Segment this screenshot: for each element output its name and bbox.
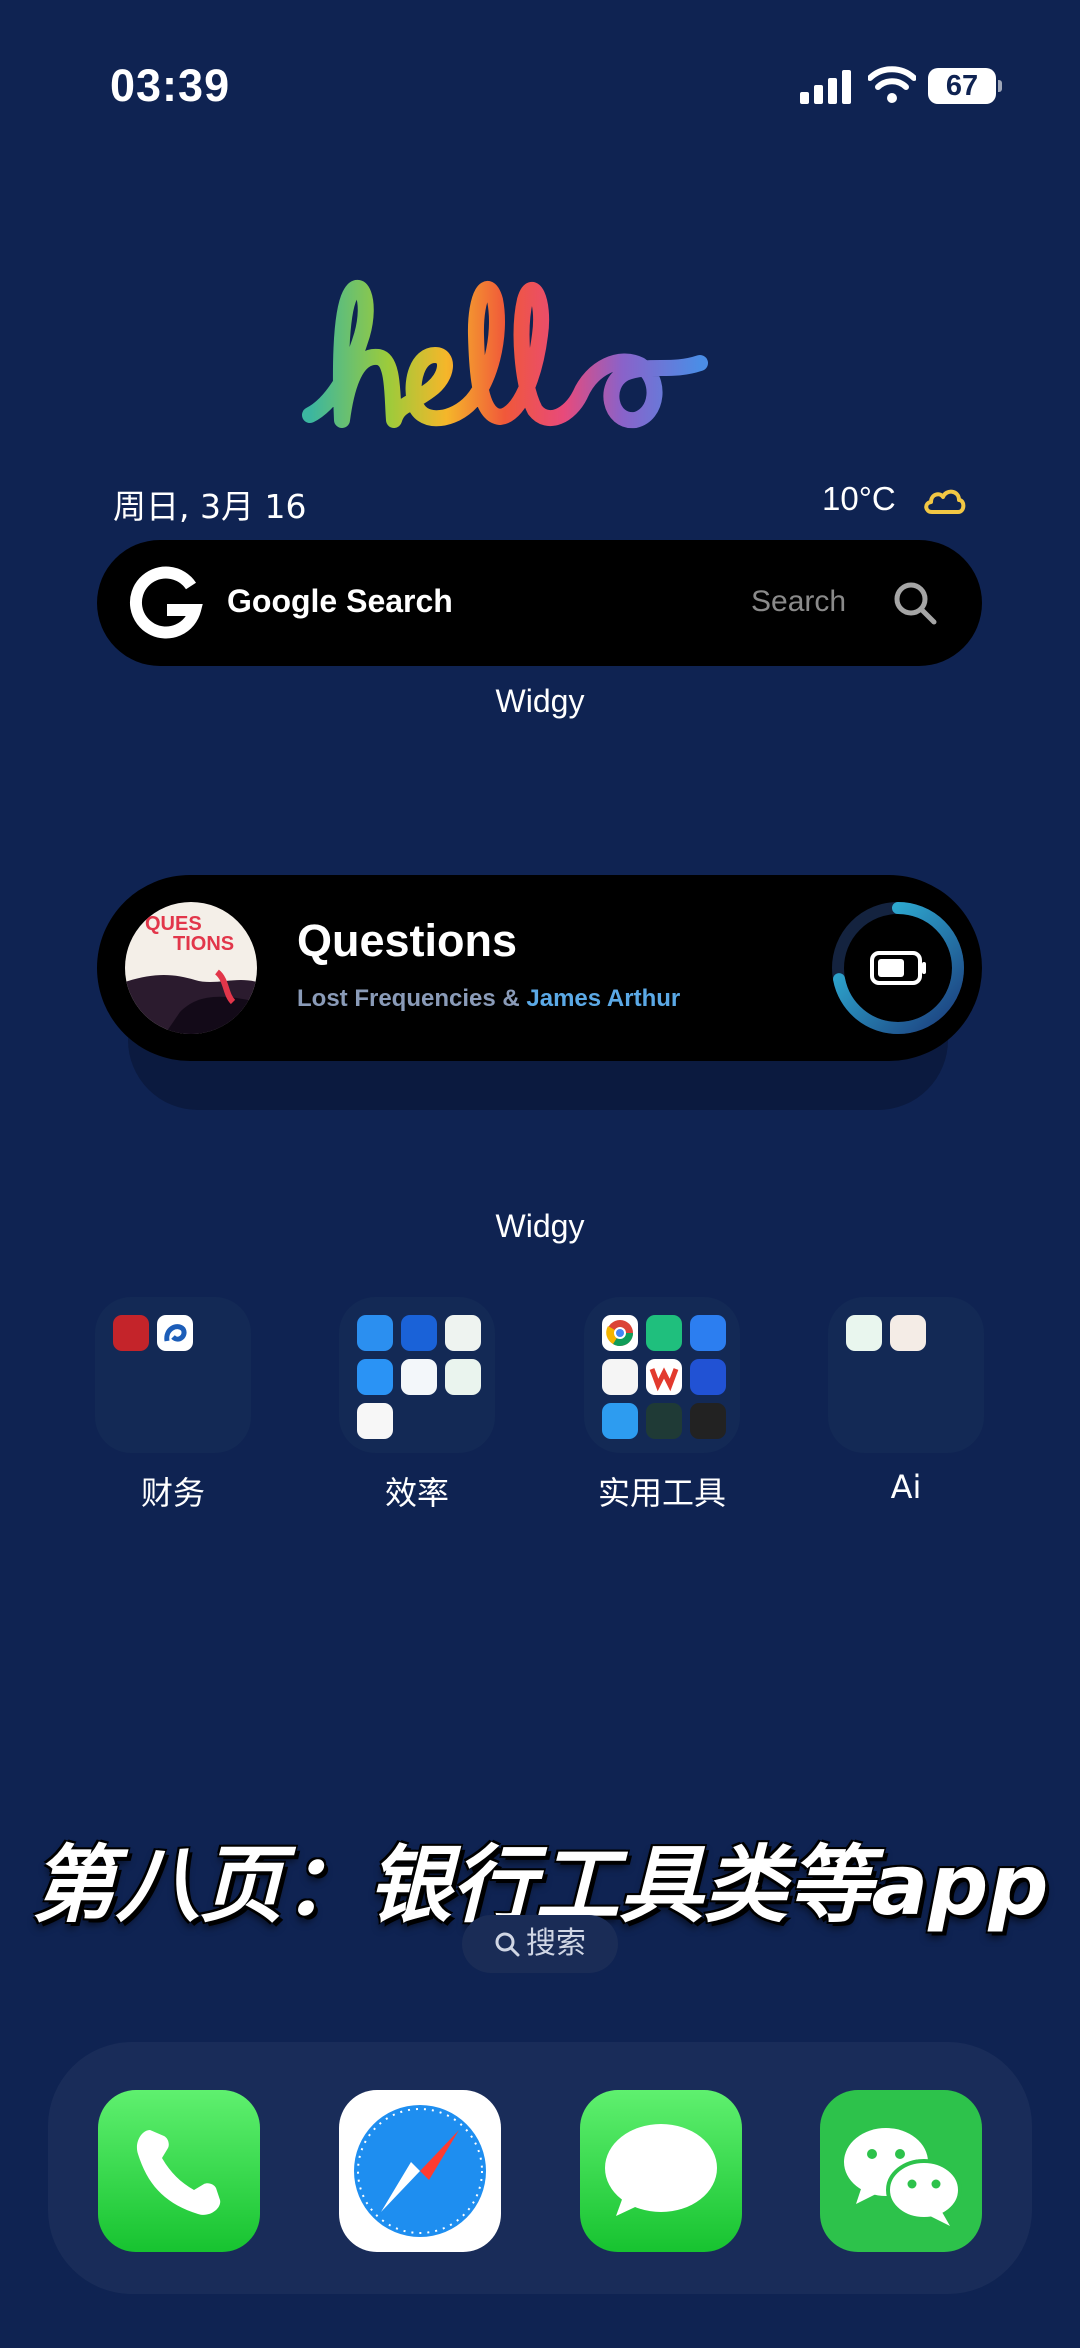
date-label: 周日, 3月 16 <box>113 487 307 526</box>
search-icon <box>495 1932 520 1957</box>
wps-icon <box>646 1359 682 1395</box>
widget-label-widgy: Widgy <box>495 683 585 719</box>
app-icon <box>690 1359 726 1395</box>
bank-app-icon <box>113 1315 149 1351</box>
song-title: Questions <box>297 915 518 966</box>
folder-label-finance: 财务 <box>140 1474 205 1512</box>
folder-label-productivity: 效率 <box>384 1474 449 1512</box>
battery-indicator: 67 <box>928 68 996 104</box>
signal-icon <box>800 70 852 104</box>
ai-avatar-icon <box>890 1315 926 1351</box>
app-icon <box>602 1359 638 1395</box>
status-time: 03:39 <box>110 60 231 111</box>
album-text-2: TIONS <box>173 933 234 955</box>
bank-app-icon <box>157 1315 193 1351</box>
app-icon <box>445 1315 481 1351</box>
safari-icon[interactable] <box>339 2090 501 2252</box>
song-artist: Lost Frequencies & James Arthur <box>297 985 680 1013</box>
search-icon[interactable] <box>892 580 938 626</box>
app-icon <box>401 1359 437 1395</box>
app-icon <box>690 1315 726 1351</box>
app-icon <box>401 1315 437 1351</box>
google-search-title: Google Search <box>227 583 453 619</box>
google-search-placeholder[interactable]: Search <box>751 585 846 619</box>
battery-nub <box>998 80 1002 92</box>
folder-productivity[interactable] <box>339 1297 495 1453</box>
phone-icon[interactable] <box>98 2090 260 2252</box>
cloud-icon <box>924 489 966 514</box>
app-icon <box>646 1315 682 1351</box>
folder-ai[interactable] <box>828 1297 984 1453</box>
app-icon <box>602 1403 638 1439</box>
ai-app-icon <box>846 1315 882 1351</box>
app-icon <box>646 1403 682 1439</box>
app-icon <box>357 1359 393 1395</box>
chrome-icon <box>602 1315 638 1351</box>
battery-ring <box>832 902 964 1034</box>
widget-label-widgy: Widgy <box>495 1208 585 1244</box>
search-pill-label: 搜索 <box>526 1926 586 1961</box>
music-widget[interactable]: QUES TIONS Questions Lost Frequencies & … <box>97 875 982 1061</box>
china-unicom-icon <box>357 1403 393 1439</box>
speedometer-icon <box>690 1403 726 1439</box>
google-search-widget[interactable]: Google Search Search <box>97 540 982 666</box>
messages-icon[interactable] <box>580 2090 742 2252</box>
folder-label-utilities: 实用工具 <box>597 1474 726 1512</box>
folder-utilities[interactable] <box>584 1297 740 1453</box>
wechat-icon[interactable] <box>820 2090 982 2252</box>
folder-label-ai: Ai <box>890 1468 922 1506</box>
app-icon <box>445 1359 481 1395</box>
hello-logo <box>302 280 708 429</box>
folder-finance[interactable] <box>95 1297 251 1453</box>
google-g-icon <box>129 566 203 639</box>
album-text-1: QUES <box>145 913 202 935</box>
spotlight-search-pill[interactable]: 搜索 <box>462 1915 618 1973</box>
app-icon <box>357 1315 393 1351</box>
album-art[interactable]: QUES TIONS <box>125 902 257 1034</box>
temperature-label: 10°C <box>822 480 896 517</box>
artist-featured: James Arthur <box>526 985 681 1012</box>
wifi-icon <box>868 66 916 103</box>
artist-primary: Lost Frequencies & <box>297 985 527 1012</box>
